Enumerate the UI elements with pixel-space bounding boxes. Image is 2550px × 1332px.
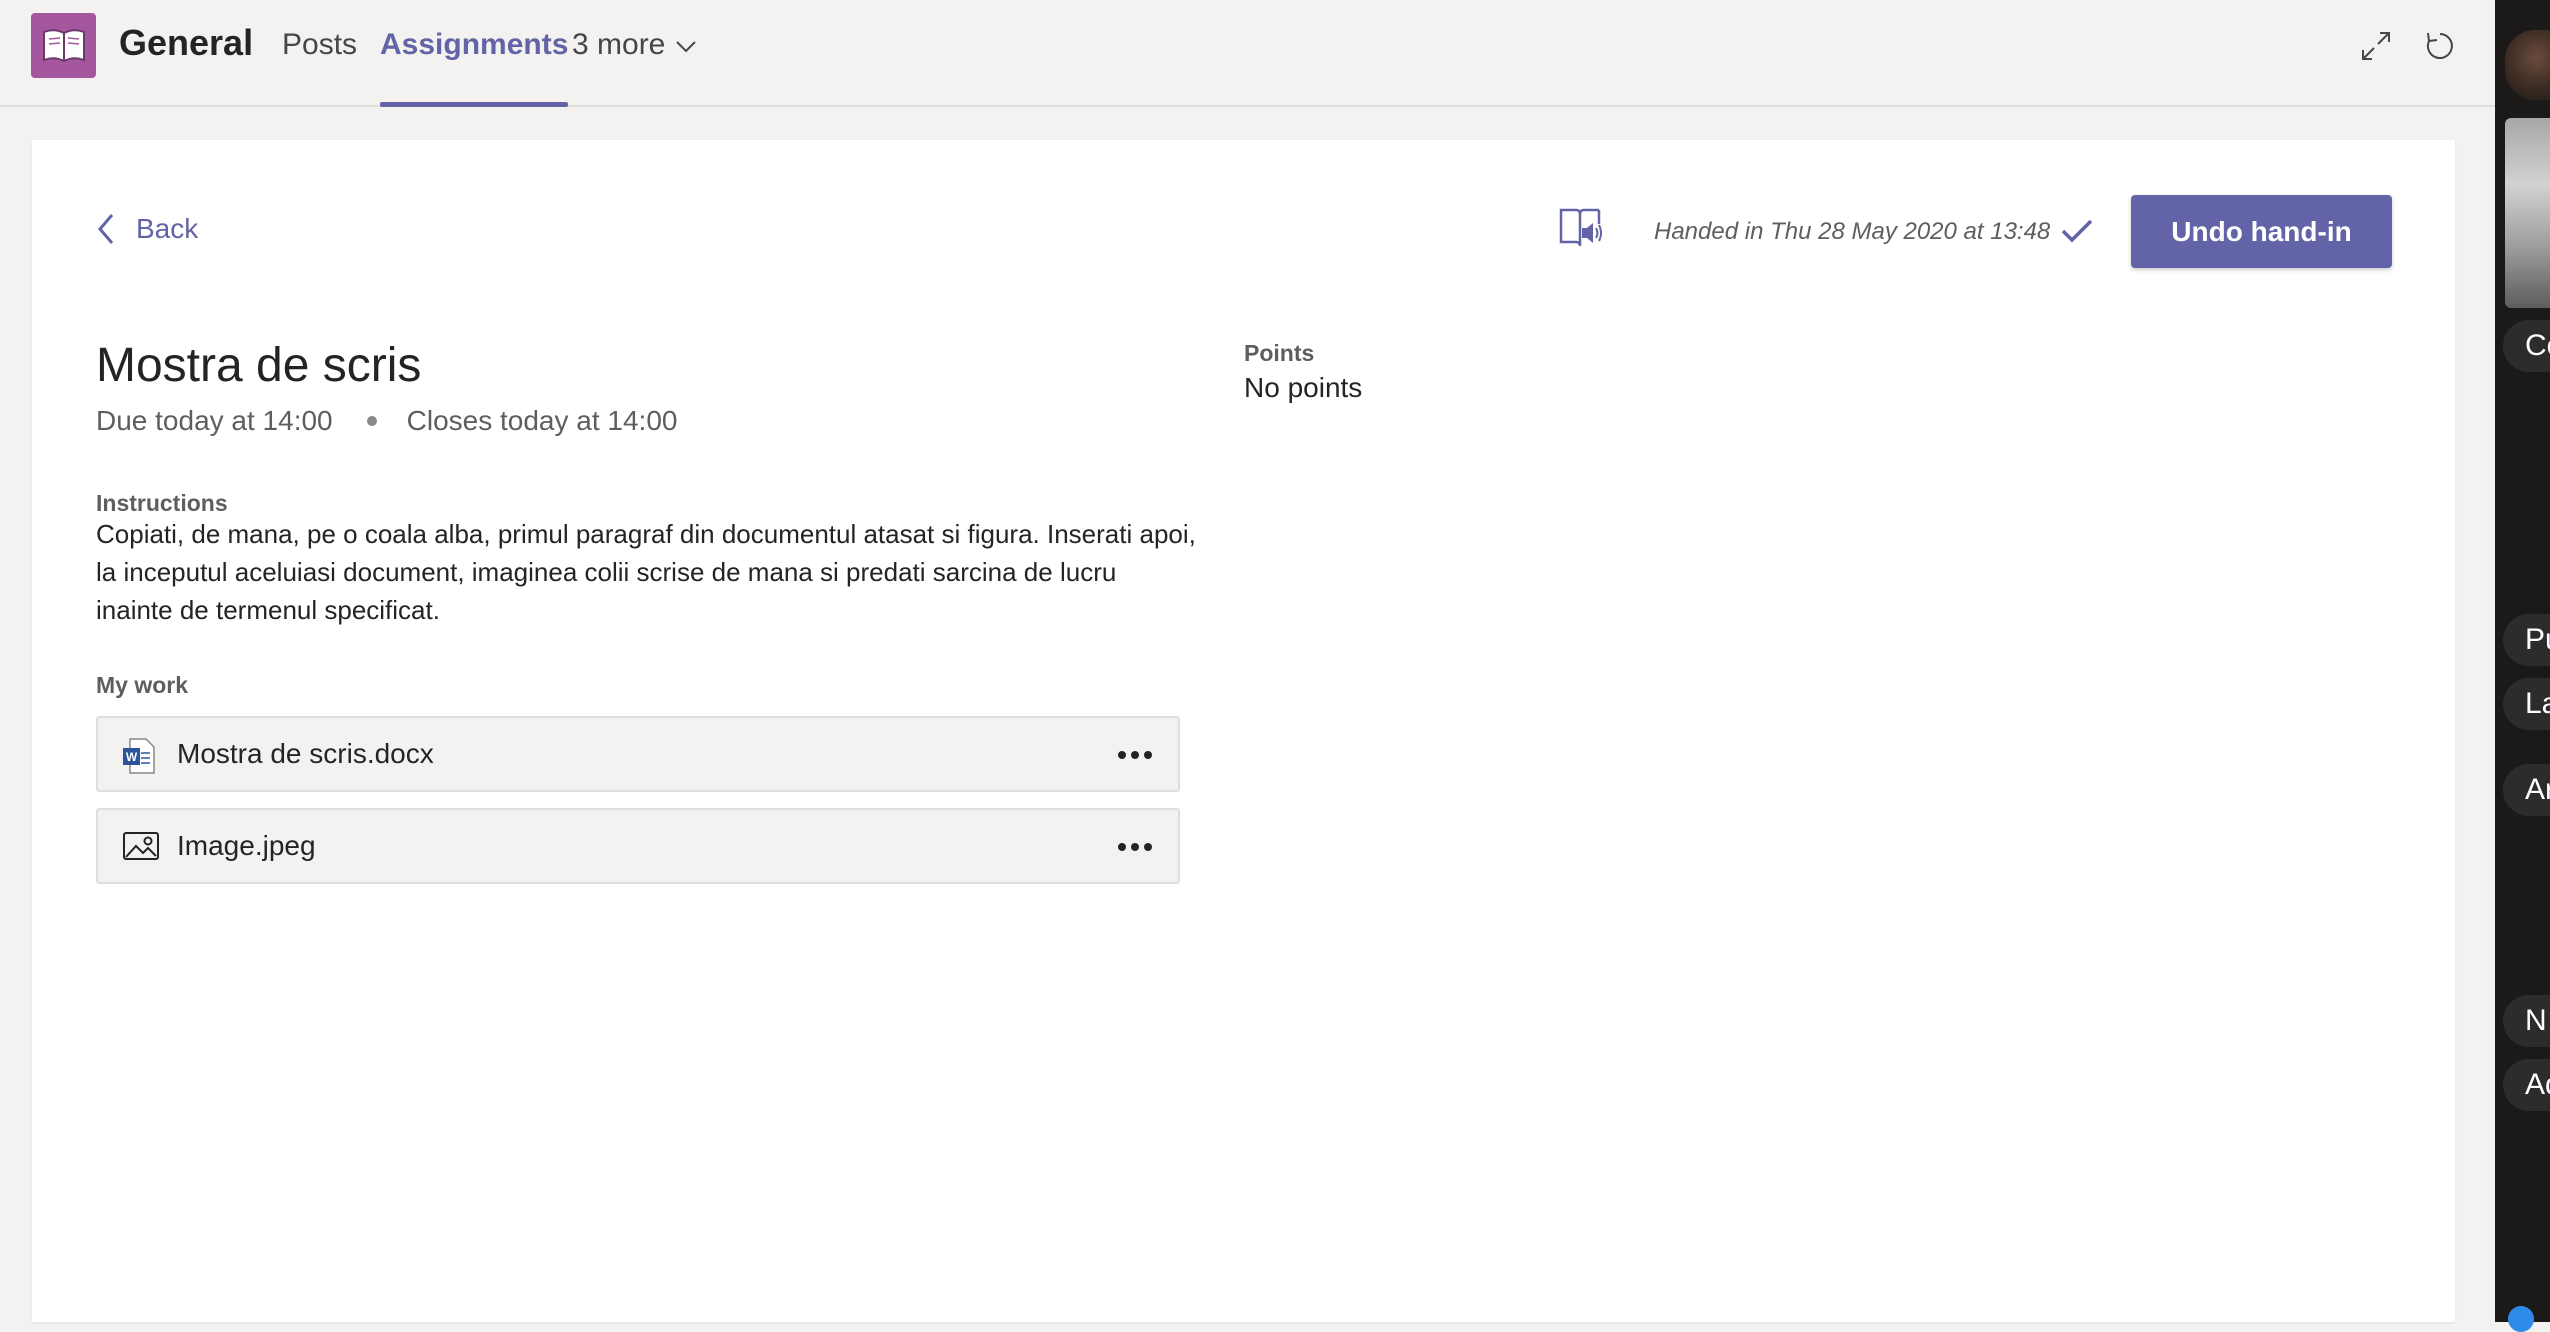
tab-more-label: 3 more [572, 28, 666, 61]
checkmark-icon [2060, 218, 2094, 249]
file-item[interactable]: Image.jpeg [96, 808, 1180, 884]
more-options-icon[interactable] [1118, 751, 1152, 759]
due-info: Due today at 14:00 Closes today at 14:00 [96, 405, 677, 437]
chevron-left-icon [98, 214, 114, 244]
notification-dot [2508, 1306, 2534, 1332]
tab-more[interactable]: 3 more [572, 28, 697, 107]
chevron-down-icon [676, 41, 697, 53]
instructions-label: Instructions [96, 490, 228, 516]
side-item[interactable]: Co [2503, 320, 2550, 372]
participant-video-thumbnail [2505, 30, 2550, 100]
close-date: Closes today at 14:00 [406, 405, 678, 436]
side-item[interactable]: Ad [2503, 1059, 2550, 1111]
due-date: Due today at 14:00 [96, 405, 333, 436]
tab-assignments[interactable]: Assignments [380, 28, 569, 107]
side-item[interactable]: N [2503, 995, 2550, 1047]
more-options-icon[interactable] [1118, 843, 1152, 851]
separator-dot [366, 416, 377, 426]
shared-image-thumbnail [2505, 118, 2550, 308]
file-item[interactable]: W Mostra de scris.docx [96, 716, 1180, 792]
svg-text:W: W [126, 750, 138, 764]
back-button[interactable]: Back [96, 212, 198, 246]
back-label: Back [136, 213, 199, 244]
undo-hand-in-button[interactable]: Undo hand-in [2131, 195, 2392, 268]
my-work-label: My work [96, 672, 189, 698]
image-file-icon [122, 830, 160, 867]
team-book-icon[interactable] [31, 13, 96, 78]
word-file-icon: W [122, 738, 156, 779]
side-item[interactable]: La [2503, 678, 2550, 730]
points-value: No points [1244, 372, 1363, 403]
channel-header: General Posts Assignments 3 more [0, 0, 2495, 107]
instructions-text: Copiati, de mana, pe o coala alba, primu… [96, 519, 1196, 625]
file-name: Image.jpeg [177, 830, 316, 861]
handed-in-status: Handed in Thu 28 May 2020 at 13:48 [1654, 218, 2051, 245]
points-label: Points [1244, 340, 1315, 366]
channel-title: General [119, 22, 254, 63]
expand-icon[interactable] [2358, 28, 2394, 64]
file-name: Mostra de scris.docx [177, 738, 434, 769]
tab-posts[interactable]: Posts [282, 28, 357, 107]
side-item[interactable]: Ar [2503, 764, 2550, 816]
refresh-icon[interactable] [2422, 28, 2458, 64]
immersive-reader-icon[interactable] [1558, 206, 1604, 255]
side-item[interactable]: Pu [2503, 614, 2550, 666]
assignment-title: Mostra de scris [96, 339, 422, 392]
